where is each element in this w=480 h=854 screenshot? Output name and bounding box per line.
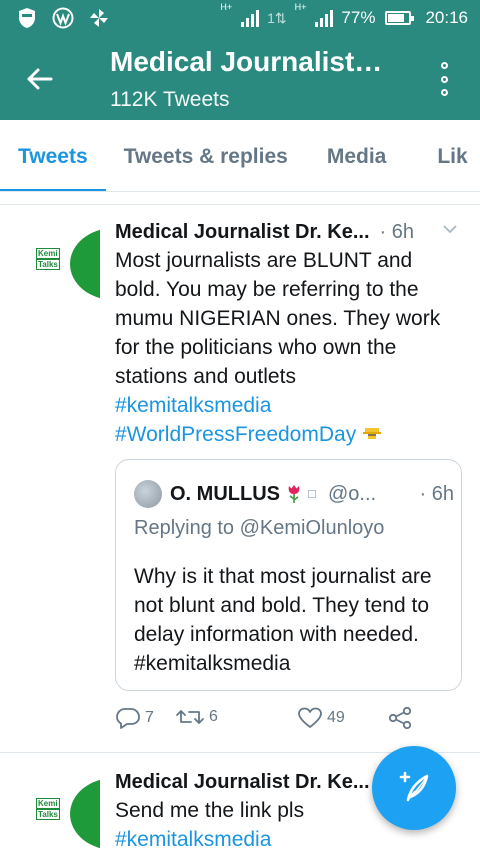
badge-icon [308,490,316,498]
tweet-text-block: Most journalists are BLUNT and bold. You… [115,246,460,449]
battery-percent: 77% [341,8,376,27]
retweet-count: 6 [209,708,218,725]
clock: 20:16 [425,8,468,27]
network-type-1: H+ [220,2,233,12]
battery-icon [385,11,415,25]
status-bar: H+ 1⇅ H+ 77% 20:16 [0,0,480,36]
tab-likes[interactable]: Lik [437,120,467,191]
heart-icon [298,707,322,728]
avatar-logo: Kemi Talks [36,248,60,270]
divider [0,204,480,205]
avatar[interactable]: Kemi Talks [28,778,100,850]
reply-icon [116,708,140,729]
compose-feather-icon [399,771,429,802]
avatar-logo: Kemi Talks [36,798,60,820]
tulip-icon [288,485,300,503]
tab-tweets-and-replies[interactable]: Tweets & replies [124,120,288,191]
compose-tweet-button[interactable] [372,746,456,830]
tweet-text: Most journalists are BLUNT and bold. You… [115,249,441,388]
retweet-icon [176,710,204,724]
quoted-handle: @o... [328,482,377,505]
network-type-2: H+ [294,2,307,12]
tweet-time: · 6h [379,220,414,243]
pinwheel-icon [88,7,110,29]
chevron-down-icon[interactable] [443,222,457,236]
wordpress-icon [52,7,74,29]
hashtag-link[interactable]: #kemitalksmedia [115,391,460,420]
signal-icon-2 [315,9,334,27]
back-arrow-icon[interactable] [22,62,56,96]
quoted-avatar[interactable] [134,480,162,508]
tweet-author-name[interactable]: Medical Journalist Dr. Ke... [115,771,370,794]
share-icon [388,706,412,730]
shield-icon [16,7,38,29]
profile-title: Medical Journalist… [110,46,383,77]
tweet-author-name[interactable]: Medical Journalist Dr. Ke... [115,221,370,244]
quoted-author-name: O. MULLUS [170,482,280,505]
quoted-tweet[interactable]: O. MULLUS @o... · 6h Replying to @KemiOl… [115,459,462,691]
tab-media[interactable]: Media [327,120,387,191]
reply-count: 7 [145,709,154,726]
tweet-actions: 7 6 49 [115,706,415,736]
tweet[interactable]: Kemi Talks Medical Journalist Dr. Ke... … [0,218,480,748]
reply-button[interactable]: 7 [115,706,154,730]
tweet-count: 112K Tweets [110,88,230,111]
quoted-time: · 6h [419,482,454,505]
tweet-text: Send me the link pls [115,799,305,822]
hashflag-icon [363,428,382,439]
share-button[interactable] [387,706,413,730]
replying-to: Replying to @KemiOlunloyo [134,517,385,539]
avatar[interactable]: Kemi Talks [28,228,100,300]
more-options-icon[interactable] [438,62,450,96]
quoted-text: Why is it that most journalist are not b… [134,565,432,675]
data-arrows-icon: 1⇅ [267,9,287,26]
hashtag-link[interactable]: #WorldPressFreedomDay [115,423,356,446]
profile-tabs: Tweets Tweets & replies Media Lik [0,120,480,192]
signal-icon-1 [241,9,260,27]
like-count: 49 [327,709,345,726]
retweet-button[interactable]: 6 [175,706,218,728]
app-bar: Medical Journalist… 112K Tweets [0,36,480,120]
like-button[interactable]: 49 [297,706,345,730]
tab-tweets[interactable]: Tweets [0,120,106,191]
